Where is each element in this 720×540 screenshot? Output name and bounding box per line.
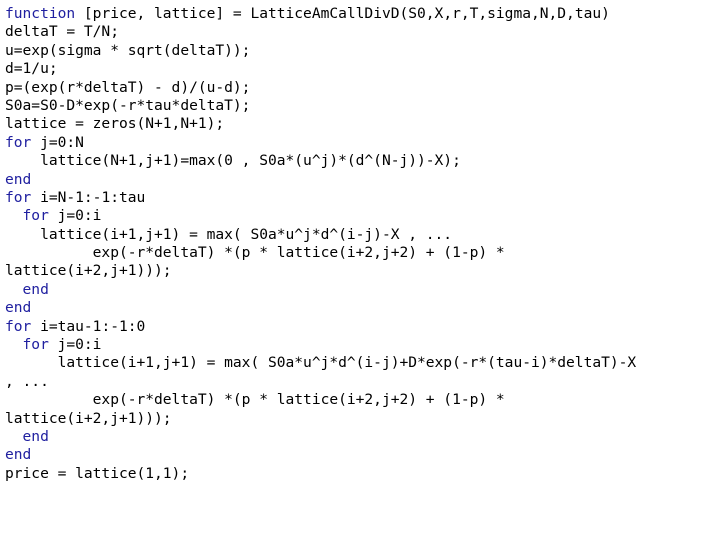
code-keyword: for xyxy=(5,133,32,151)
code-text: lattice(i+2,j+1))); xyxy=(5,409,172,427)
code-keyword: for xyxy=(5,317,32,335)
code-line: lattice(i+2,j+1))); xyxy=(5,410,720,428)
code-line: end xyxy=(5,281,720,299)
code-keyword: end xyxy=(5,280,49,298)
code-line: exp(-r*deltaT) *(p * lattice(i+2,j+2) + … xyxy=(5,391,720,409)
code-text: i=N-1:-1:tau xyxy=(31,188,146,206)
code-line: p=(exp(r*deltaT) - d)/(u-d); xyxy=(5,79,720,97)
code-line: , ... xyxy=(5,373,720,391)
code-text: [price, lattice] = LatticeAmCallDivD(S0,… xyxy=(75,5,610,22)
code-line: S0a=S0-D*exp(-r*tau*deltaT); xyxy=(5,97,720,115)
code-keyword: end xyxy=(5,427,49,445)
code-text: exp(-r*deltaT) *(p * lattice(i+2,j+2) + … xyxy=(5,391,505,409)
code-text: deltaT = T/N; xyxy=(5,23,119,41)
code-text: , ... xyxy=(5,372,49,390)
code-text: j=0:i xyxy=(48,336,102,354)
code-line: function [price, lattice] = LatticeAmCal… xyxy=(5,5,720,23)
code-line: for j=0:N xyxy=(5,134,720,152)
code-keyword: for xyxy=(5,188,32,206)
code-line: d=1/u; xyxy=(5,60,720,78)
code-text: exp(-r*deltaT) *(p * lattice(i+2,j+2) + … xyxy=(5,244,505,262)
code-keyword: for xyxy=(5,207,49,225)
code-line: u=exp(sigma * sqrt(deltaT)); xyxy=(5,42,720,60)
code-keyword: end xyxy=(5,170,32,188)
code-line: for j=0:i xyxy=(5,207,720,225)
code-text: d=1/u; xyxy=(5,60,58,78)
code-line: for i=tau-1:-1:0 xyxy=(5,318,720,336)
code-text: j=0:i xyxy=(48,207,102,225)
code-keyword: end xyxy=(5,299,32,317)
code-line: end xyxy=(5,428,720,446)
code-line: for j=0:i xyxy=(5,336,720,354)
code-line: deltaT = T/N; xyxy=(5,23,720,41)
code-line: end xyxy=(5,171,720,189)
code-text: price = lattice(1,1); xyxy=(5,464,190,482)
code-line: exp(-r*deltaT) *(p * lattice(i+2,j+2) + … xyxy=(5,244,720,262)
code-text: lattice(i+1,j+1) = max( S0a*u^j*d^(i-j)-… xyxy=(5,225,453,243)
code-line: lattice(i+2,j+1))); xyxy=(5,262,720,280)
code-text: lattice(i+1,j+1) = max( S0a*u^j*d^(i-j)+… xyxy=(5,354,637,372)
code-line: price = lattice(1,1); xyxy=(5,465,720,483)
code-text: lattice = zeros(N+1,N+1); xyxy=(5,115,225,133)
code-text: lattice(i+2,j+1))); xyxy=(5,262,172,280)
code-line: for i=N-1:-1:tau xyxy=(5,189,720,207)
code-keyword: end xyxy=(5,446,32,464)
code-line: end xyxy=(5,446,720,464)
code-keyword: for xyxy=(5,336,49,354)
code-keyword: function xyxy=(5,5,76,22)
code-line: lattice(i+1,j+1) = max( S0a*u^j*d^(i-j)-… xyxy=(5,226,720,244)
code-line: lattice(i+1,j+1) = max( S0a*u^j*d^(i-j)+… xyxy=(5,354,720,372)
code-listing: function [price, lattice] = LatticeAmCal… xyxy=(0,0,720,540)
code-text: p=(exp(r*deltaT) - d)/(u-d); xyxy=(5,78,251,96)
code-text: u=exp(sigma * sqrt(deltaT)); xyxy=(5,41,251,59)
code-line: lattice = zeros(N+1,N+1); xyxy=(5,115,720,133)
code-line: lattice(N+1,j+1)=max(0 , S0a*(u^j)*(d^(N… xyxy=(5,152,720,170)
code-text: i=tau-1:-1:0 xyxy=(31,317,146,335)
code-text: lattice(N+1,j+1)=max(0 , S0a*(u^j)*(d^(N… xyxy=(5,152,461,170)
code-text: j=0:N xyxy=(31,133,84,151)
code-line: end xyxy=(5,299,720,317)
code-text: S0a=S0-D*exp(-r*tau*deltaT); xyxy=(5,96,251,114)
